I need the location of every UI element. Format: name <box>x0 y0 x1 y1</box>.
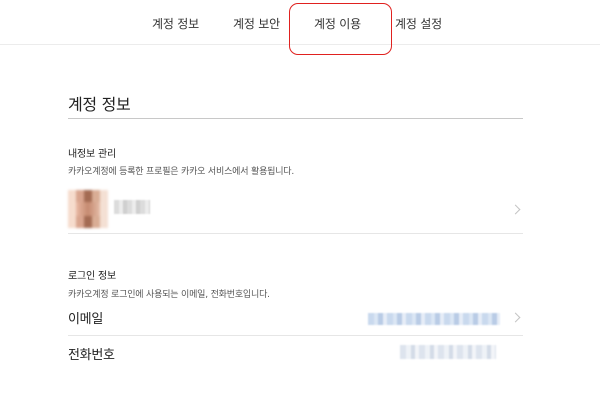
email-value-redacted <box>368 313 500 325</box>
chevron-right-icon <box>510 204 521 215</box>
login-section-description: 카카오계정 로그인에 사용되는 이메일, 전화번호입니다. <box>68 290 270 300</box>
tab-account-info[interactable]: 계정 정보 <box>152 15 199 32</box>
tab-account-security[interactable]: 계정 보안 <box>233 15 280 32</box>
phone-label: 전화번호 <box>68 348 115 363</box>
page-title: 계정 정보 <box>68 95 131 114</box>
profile-section-description: 카카오계정에 등록한 프로필은 카카오 서비스에서 활용됩니다. <box>68 167 295 177</box>
tab-account-usage[interactable]: 계정 이용 <box>314 15 361 32</box>
phone-row[interactable]: 전화번호 <box>68 340 523 370</box>
profile-section-heading: 내정보 관리 <box>68 149 116 160</box>
divider <box>68 233 523 234</box>
divider <box>68 335 523 336</box>
email-row[interactable]: 이메일 <box>68 303 523 333</box>
avatar <box>68 190 108 228</box>
phone-value-redacted <box>400 345 496 359</box>
email-label: 이메일 <box>68 312 103 327</box>
top-navigation: 계정 정보 계정 보안 계정 이용 계정 설정 <box>0 0 600 45</box>
tab-account-settings[interactable]: 계정 설정 <box>395 15 442 32</box>
title-divider <box>68 118 523 119</box>
profile-name-redacted <box>114 200 150 214</box>
chevron-right-icon <box>510 312 521 323</box>
profile-row[interactable] <box>68 190 523 230</box>
login-section-heading: 로그인 정보 <box>68 271 116 282</box>
